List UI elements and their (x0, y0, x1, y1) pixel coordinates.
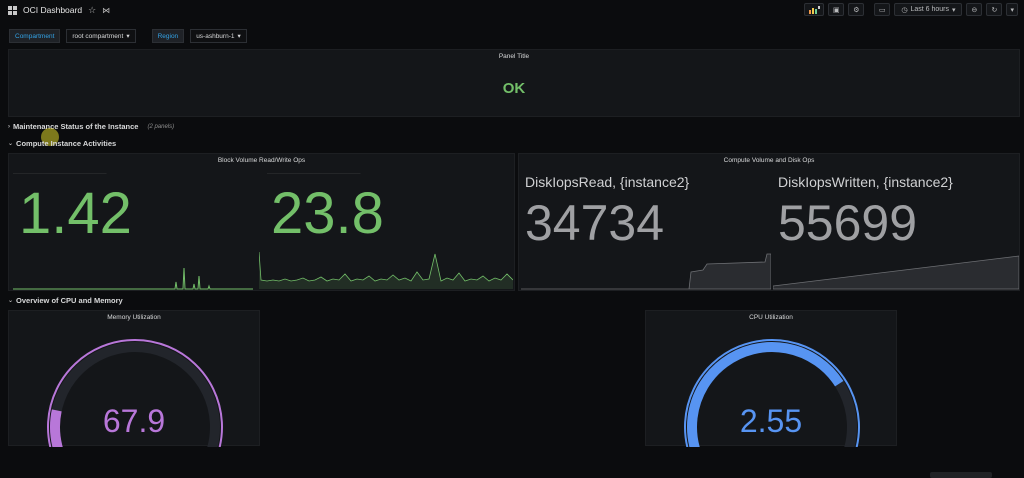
write-ops-sparkline (259, 251, 513, 289)
share-icon[interactable]: ⋈ (102, 6, 110, 15)
row-panel-count: (2 panels) (147, 123, 175, 130)
compute-volume-panel[interactable]: Compute Volume and Disk Ops DiskIopsRead… (518, 153, 1020, 291)
disk-written-sparkline (773, 255, 1019, 290)
panel-title-status[interactable]: Panel Title OK (8, 49, 1020, 117)
row-title: Overview of CPU and Memory (16, 296, 123, 305)
compartment-variable-select[interactable]: root compartment ▾ (66, 29, 136, 43)
panel-title: Compute Volume and Disk Ops (723, 157, 815, 164)
refresh-button[interactable]: ↻ (986, 3, 1003, 16)
chevron-down-icon: ▾ (951, 6, 956, 14)
gear-icon: ⚙ (853, 6, 860, 14)
time-range-picker[interactable]: ◷ Last 6 hours ▾ (894, 3, 963, 16)
write-ops-value: 23.8 (271, 181, 384, 246)
zoom-out-icon: ⊖ (971, 6, 978, 14)
zoom-out-button[interactable]: ⊖ (966, 3, 983, 16)
disk-read-sparkline (521, 253, 771, 290)
monitor-icon: ▭ (879, 6, 886, 14)
chevron-down-icon: ▾ (1010, 6, 1014, 14)
read-ops-value: 1.42 (19, 181, 132, 246)
region-value: us-ashburn-1 (196, 32, 235, 40)
dashboard-title[interactable]: OCI Dashboard (23, 5, 82, 15)
series-legend-right: ────────────────────────────────────────… (267, 171, 361, 175)
top-bar: OCI Dashboard ☆ ⋈ ▣ ⚙ ▭ ◷ Last 6 hours ▾… (0, 0, 1024, 20)
clock-icon: ◷ (901, 6, 908, 14)
row-compute-instance-activities[interactable]: ⌄ Compute Instance Activities (8, 139, 116, 148)
refresh-interval-dropdown[interactable]: ▾ (1006, 3, 1018, 16)
dashboards-grid-icon[interactable] (8, 5, 17, 15)
dashboard-breadcrumb: OCI Dashboard ☆ ⋈ (8, 5, 110, 16)
chevron-down-icon: ▾ (126, 33, 130, 40)
chevron-down-icon: ⌄ (8, 298, 14, 304)
block-volume-panel[interactable]: Block Volume Read/Write Ops ────────────… (8, 153, 515, 291)
cpu-value: 2.55 (739, 403, 803, 439)
region-variable-select[interactable]: us-ashburn-1 ▾ (190, 29, 247, 43)
row-title: Maintenance Status of the Instance (13, 122, 139, 131)
disk-read-label: DiskIopsRead, {instance2} (525, 174, 690, 190)
save-dashboard-button[interactable]: ▣ (828, 3, 845, 16)
cpu-utilization-panel[interactable]: CPU Utilization 2.55 (645, 310, 897, 447)
cycle-view-button[interactable]: ▭ (874, 3, 891, 16)
star-icon[interactable]: ☆ (88, 5, 96, 16)
panel-title: Memory Utilization (107, 314, 161, 321)
disk-read-value: 34734 (525, 195, 665, 251)
row-overview-cpu-memory[interactable]: ⌄ Overview of CPU and Memory (8, 296, 123, 305)
add-panel-button[interactable] (804, 3, 825, 16)
time-range-label: Last 6 hours (910, 6, 949, 13)
chevron-right-icon: › (8, 123, 10, 130)
chevron-down-icon: ⌄ (8, 141, 14, 147)
series-legend-left: ────────────────────────────────────────… (13, 171, 107, 175)
compartment-value: root compartment (72, 32, 124, 40)
compartment-variable-label: Compartment (9, 29, 61, 43)
memory-value: 67.9 (102, 403, 166, 439)
notification-toast (930, 472, 992, 478)
settings-button[interactable]: ⚙ (848, 3, 865, 16)
region-variable-label: Region (151, 29, 185, 43)
refresh-icon: ↻ (991, 6, 998, 14)
row-title: Compute Instance Activities (16, 139, 117, 148)
add-panel-icon (809, 5, 821, 14)
panel-title: CPU Utilization (749, 314, 793, 321)
disk-written-value: 55699 (778, 195, 918, 251)
status-value: OK (502, 80, 526, 97)
read-ops-sparkline (13, 267, 253, 290)
row-maintenance-status[interactable]: › Maintenance Status of the Instance (2 … (8, 122, 174, 131)
chevron-down-icon: ▾ (237, 33, 241, 40)
disk-written-label: DiskIopsWritten, {instance2} (778, 174, 953, 190)
memory-utilization-panel[interactable]: Memory Utilization 67.9 (8, 310, 260, 447)
save-icon: ▣ (833, 6, 840, 14)
template-variables: Compartment root compartment ▾ Region us… (9, 29, 247, 43)
panel-title: Panel Title (498, 53, 530, 60)
panel-title: Block Volume Read/Write Ops (217, 157, 306, 164)
